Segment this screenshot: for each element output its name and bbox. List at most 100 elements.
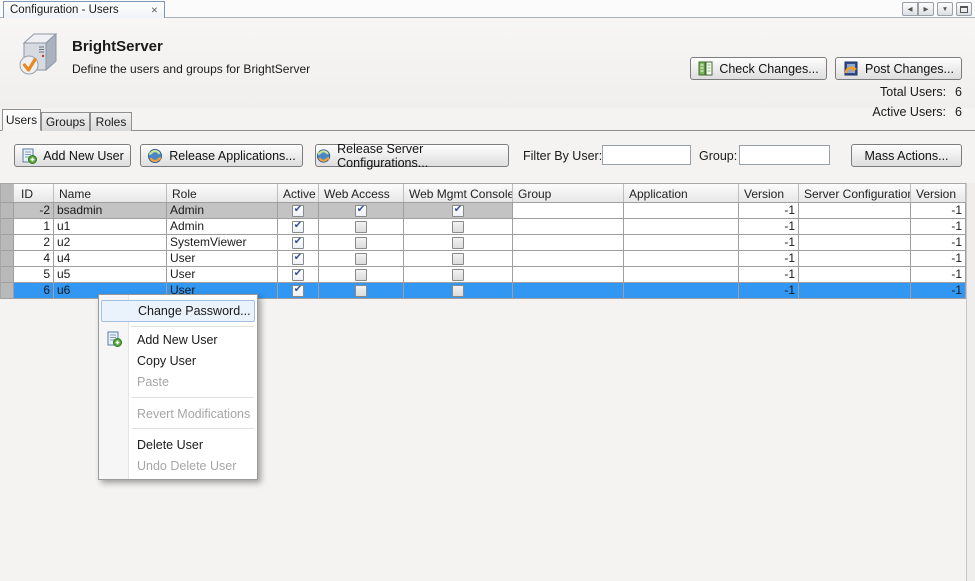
cell-role: Admin [167,203,278,219]
active-checkbox[interactable] [278,203,319,219]
group-filter-label: Group: [699,149,737,163]
web-access-checkbox[interactable] [319,251,404,267]
web-access-checkbox[interactable] [319,219,404,235]
menu-item-delete-user[interactable]: Delete User [99,434,257,455]
col-header-web-mgmt-console[interactable]: Web Mgmt Console [404,184,513,202]
web-mgmt-console-checkbox[interactable] [404,251,513,267]
users-table: ID Name Role Active Web Access Web Mgmt … [0,183,966,299]
web-mgmt-console-checkbox[interactable] [404,203,513,219]
tab-configuration-users[interactable]: Configuration - Users ✕ [3,1,165,18]
cell-group [513,267,624,283]
web-mgmt-console-checkbox[interactable] [404,283,513,299]
table-row[interactable]: -2 bsadmin Admin -1 -1 [0,203,966,219]
section-tab-bar: Users Groups Roles [0,109,975,131]
active-checkbox[interactable] [278,283,319,299]
cell-server-version: -1 [911,219,966,235]
mass-actions-button[interactable]: Mass Actions... [851,144,962,167]
filter-by-user-label: Filter By User: [523,149,602,163]
vertical-scrollbar-track[interactable] [966,183,975,581]
cell-role: User [167,267,278,283]
release-server-configurations-label: Release Server Configurations... [337,142,508,170]
page-subtitle: Define the users and groups for BrightSe… [72,62,310,76]
col-header-server-configuration[interactable]: Server Configuration [799,184,911,202]
cell-role: User [167,251,278,267]
web-access-checkbox[interactable] [319,267,404,283]
check-changes-button[interactable]: Check Changes... [690,57,827,80]
mass-actions-label: Mass Actions... [864,149,948,163]
menu-item-copy-user[interactable]: Copy User [99,350,257,371]
col-header-group[interactable]: Group [513,184,624,202]
cell-server-version: -1 [911,203,966,219]
page-header: BrightServer Define the users and groups… [0,18,975,108]
left-arrow-icon: ◀ [908,5,913,13]
cell-server-configuration [799,283,911,299]
col-header-role[interactable]: Role [167,184,278,202]
cell-name: u5 [54,267,167,283]
add-new-user-button[interactable]: Add New User [14,144,131,167]
col-header-application[interactable]: Application [624,184,739,202]
cell-name: bsadmin [54,203,167,219]
tab-roles-label: Roles [96,115,127,129]
cell-application [624,267,739,283]
cell-id: -2 [14,203,54,219]
scroll-tabs-left-button[interactable]: ◀ [902,2,918,16]
web-mgmt-console-checkbox[interactable] [404,267,513,283]
cell-name: u1 [54,219,167,235]
cell-group [513,251,624,267]
check-changes-label: Check Changes... [719,62,818,76]
tab-groups[interactable]: Groups [41,112,90,131]
cell-application [624,235,739,251]
web-mgmt-console-checkbox[interactable] [404,235,513,251]
brightserver-logo-icon [15,29,63,82]
release-applications-button[interactable]: Release Applications... [140,144,303,167]
cell-application [624,203,739,219]
add-new-user-label: Add New User [43,149,124,163]
col-header-active[interactable]: Active [278,184,319,202]
table-row[interactable]: 5 u5 User -1 -1 [0,267,966,283]
group-filter-input[interactable] [739,145,830,165]
post-changes-button[interactable]: Post Changes... [835,57,962,80]
cell-version: -1 [739,283,799,299]
col-header-web-access[interactable]: Web Access [319,184,404,202]
close-icon[interactable]: ✕ [151,6,158,15]
post-changes-label: Post Changes... [865,62,954,76]
cell-group [513,235,624,251]
cell-role: SystemViewer [167,235,278,251]
col-header-name[interactable]: Name [54,184,167,202]
tab-list-dropdown-button[interactable]: ▼ [937,2,953,16]
menu-item-change-password[interactable]: Change Password... [101,300,255,322]
active-checkbox[interactable] [278,251,319,267]
table-row[interactable]: 4 u4 User -1 -1 [0,251,966,267]
col-header-id[interactable]: ID [14,184,54,202]
cell-server-version: -1 [911,251,966,267]
table-row[interactable]: 2 u2 SystemViewer -1 -1 [0,235,966,251]
web-mgmt-console-checkbox[interactable] [404,219,513,235]
cell-group [513,203,624,219]
release-server-configurations-button[interactable]: Release Server Configurations... [315,144,509,167]
cell-version: -1 [739,251,799,267]
active-checkbox[interactable] [278,267,319,283]
scroll-tabs-right-button[interactable]: ▶ [918,2,934,16]
col-header-server-version[interactable]: Version [911,184,966,202]
col-header-version[interactable]: Version [739,184,799,202]
web-access-checkbox[interactable] [319,203,404,219]
table-row[interactable]: 1 u1 Admin -1 -1 [0,219,966,235]
web-access-checkbox[interactable] [319,283,404,299]
cell-id: 2 [14,235,54,251]
tab-roles[interactable]: Roles [90,112,132,131]
menu-item-add-new-user[interactable]: Add New User [99,329,257,350]
release-icon [316,148,331,164]
web-access-checkbox[interactable] [319,235,404,251]
cell-group [513,283,624,299]
cell-server-configuration [799,203,911,219]
cell-id: 6 [14,283,54,299]
maximize-button[interactable] [956,2,972,16]
active-checkbox[interactable] [278,219,319,235]
cell-id: 5 [14,267,54,283]
chevron-down-icon: ▼ [942,6,948,13]
active-checkbox[interactable] [278,235,319,251]
tab-users[interactable]: Users [2,109,41,131]
filter-by-user-input[interactable] [602,145,691,165]
application-window: Configuration - Users ✕ ◀ ▶ ▼ Brigh [0,0,975,581]
cell-version: -1 [739,235,799,251]
